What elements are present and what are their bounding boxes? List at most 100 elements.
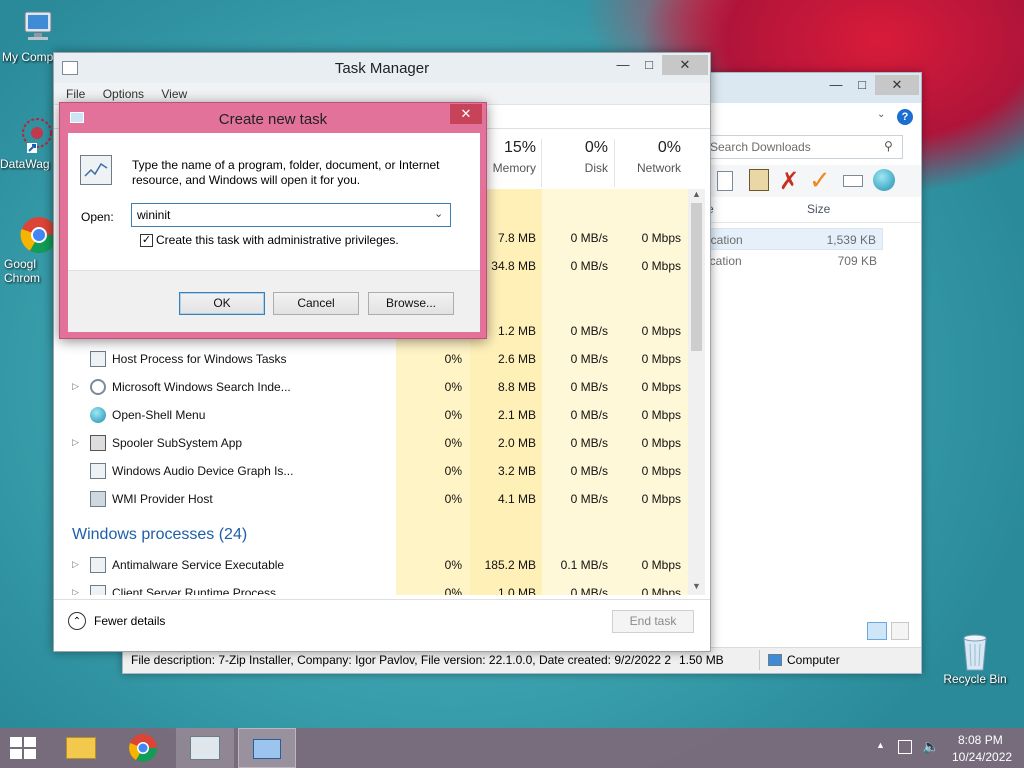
- table-row[interactable]: Windows Audio Device Graph Is... 0% 3.2 …: [54, 457, 684, 485]
- taskbar-run-dialog[interactable]: [238, 728, 296, 768]
- table-row[interactable]: Host Process for Windows Tasks 0% 2.6 MB…: [54, 345, 684, 373]
- volume-icon[interactable]: 🔈: [922, 738, 939, 755]
- dialog-description: Type the name of a program, folder, docu…: [132, 158, 440, 187]
- scroll-down-icon[interactable]: ▼: [692, 581, 701, 591]
- table-row[interactable]: ▷ Spooler SubSystem App 0% 2.0 MB 0 MB/s…: [54, 429, 684, 457]
- cell-cpu: 0%: [444, 408, 462, 422]
- admin-checkbox[interactable]: ✓: [140, 234, 153, 247]
- taskbar-task-manager[interactable]: [176, 728, 234, 768]
- dialog-body: Type the name of a program, folder, docu…: [68, 133, 480, 332]
- ok-button[interactable]: OK: [179, 292, 265, 315]
- cell-disk: 0 MB/s: [570, 586, 608, 595]
- chevron-up-icon[interactable]: ⌃: [68, 612, 86, 630]
- minimize-button[interactable]: —: [823, 75, 849, 95]
- file-row[interactable]: ication 709 KB: [707, 250, 883, 272]
- help-icon[interactable]: ?: [897, 109, 913, 125]
- desktop-icon-label: Recycle Bin: [943, 672, 1007, 686]
- close-button[interactable]: ✕: [662, 55, 708, 75]
- task-manager-titlebar[interactable]: Task Manager — □ ✕: [54, 53, 710, 83]
- clock-time[interactable]: 8:08 PM: [958, 733, 1003, 747]
- cell-disk: 0 MB/s: [570, 352, 608, 366]
- table-row[interactable]: ▷ Client Server Runtime Process 0% 1.0 M…: [54, 579, 684, 595]
- cell-memory: 185.2 MB: [484, 558, 536, 572]
- column-header-disk[interactable]: 0% Disk: [542, 139, 608, 175]
- windows-logo-icon: [10, 737, 36, 759]
- paste-icon[interactable]: [749, 169, 769, 191]
- group-header: Windows processes (24): [54, 517, 396, 551]
- fewer-details-link[interactable]: Fewer details: [94, 614, 165, 628]
- cell-network: 0 Mbps: [641, 259, 681, 273]
- maximize-button[interactable]: □: [849, 75, 875, 95]
- cell-memory: 2.1 MB: [497, 408, 536, 422]
- end-task-button[interactable]: End task: [612, 610, 694, 633]
- search-icon: ⚲: [884, 139, 893, 153]
- maximize-button[interactable]: □: [636, 55, 662, 75]
- cell-network: 0 Mbps: [641, 408, 681, 422]
- service-host-icon: [90, 351, 106, 367]
- cell-cpu: 0%: [444, 586, 462, 595]
- cancel-button[interactable]: Cancel: [273, 292, 359, 315]
- clock-date[interactable]: 10/24/2022: [952, 750, 1012, 764]
- chevron-down-icon[interactable]: ⌄: [434, 207, 443, 220]
- large-icons-view-button[interactable]: [891, 622, 909, 640]
- cell-network: 0 Mbps: [641, 380, 681, 394]
- desktop-icon-recycle-bin[interactable]: Recycle Bin: [940, 630, 1010, 686]
- table-row[interactable]: WMI Provider Host 0% 4.1 MB 0 MB/s 0 Mbp…: [54, 485, 684, 513]
- scrollbar[interactable]: ▲ ▼: [688, 189, 705, 595]
- close-button[interactable]: ✕: [450, 104, 482, 124]
- scroll-up-icon[interactable]: ▲: [692, 189, 701, 199]
- cell-memory: 2.0 MB: [497, 436, 536, 450]
- file-row[interactable]: ication 1,539 KB: [707, 228, 883, 250]
- column-header-size[interactable]: Size: [807, 202, 830, 216]
- service-host-icon: [90, 585, 106, 595]
- start-button[interactable]: [8, 736, 38, 760]
- expand-arrow-icon[interactable]: ▷: [72, 437, 79, 448]
- taskbar-file-explorer[interactable]: [52, 728, 110, 768]
- table-row[interactable]: Open-Shell Menu 0% 2.1 MB 0 MB/s 0 Mbps: [54, 401, 684, 429]
- close-button[interactable]: ✕: [875, 75, 919, 95]
- search-input[interactable]: Search Downloads ⚲: [705, 135, 903, 159]
- open-input-value[interactable]: wininit: [137, 208, 170, 222]
- column-header-network[interactable]: 0% Network: [615, 139, 681, 175]
- status-divider: [759, 650, 760, 670]
- scrollbar-thumb[interactable]: [691, 203, 702, 351]
- open-combobox[interactable]: wininit ⌄: [131, 203, 451, 227]
- cell-disk: 0 MB/s: [570, 464, 608, 478]
- expand-arrow-icon[interactable]: ▷: [72, 381, 79, 392]
- cell-cpu: 0%: [444, 492, 462, 506]
- taskbar-chrome[interactable]: [114, 728, 172, 768]
- cell-disk: 0 MB/s: [570, 436, 608, 450]
- process-name: Spooler SubSystem App: [112, 436, 243, 450]
- service-host-icon: [90, 463, 106, 479]
- chevron-down-icon[interactable]: ⌄: [877, 109, 885, 120]
- create-task-dialog[interactable]: Create new task ✕ Type the name of a pro…: [59, 102, 487, 339]
- computer-icon: [17, 8, 57, 48]
- admin-checkbox-label[interactable]: Create this task with administrative pri…: [156, 233, 399, 247]
- search-indexer-icon: [90, 379, 106, 395]
- group-header-label: Windows processes (24): [72, 526, 248, 543]
- process-name: Windows Audio Device Graph Is...: [112, 464, 294, 478]
- show-hidden-icons-icon[interactable]: ▲: [876, 740, 885, 750]
- table-row[interactable]: ▷ Microsoft Windows Search Inde... 0% 8.…: [54, 373, 684, 401]
- run-dialog-icon: [253, 739, 281, 759]
- rename-icon[interactable]: [843, 175, 863, 187]
- delete-icon[interactable]: ✗: [779, 167, 799, 196]
- details-view-button[interactable]: [867, 622, 887, 640]
- cell-network: 0 Mbps: [641, 436, 681, 450]
- cell-memory: 8.8 MB: [497, 380, 536, 394]
- expand-arrow-icon[interactable]: ▷: [72, 587, 79, 595]
- explorer-nav: ⌄ ?: [709, 103, 921, 131]
- cell-memory: 2.6 MB: [497, 352, 536, 366]
- shell-icon[interactable]: [873, 169, 895, 191]
- checkmark-icon[interactable]: ✓: [809, 165, 831, 196]
- expand-arrow-icon[interactable]: ▷: [72, 559, 79, 570]
- process-name: Host Process for Windows Tasks: [112, 352, 287, 366]
- copy-icon[interactable]: [717, 171, 733, 191]
- table-row[interactable]: ▷ Antimalware Service Executable 0% 185.…: [54, 551, 684, 579]
- task-manager-icon: [190, 736, 220, 760]
- browse-button[interactable]: Browse...: [368, 292, 454, 315]
- process-name: Antimalware Service Executable: [112, 558, 285, 572]
- minimize-button[interactable]: —: [610, 55, 636, 75]
- network-icon[interactable]: [898, 740, 912, 754]
- datawag-icon: [15, 115, 55, 155]
